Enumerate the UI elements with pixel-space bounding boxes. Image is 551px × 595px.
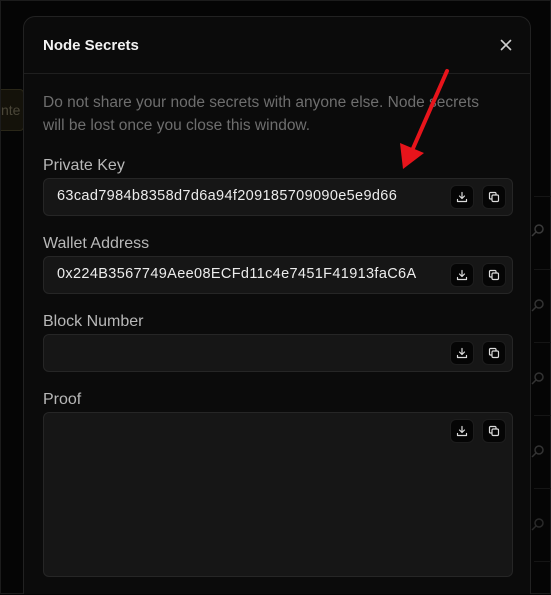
wallet-address-field[interactable]: 0x224B3567749Aee08ECFd11c4e7451F41913faC… (43, 256, 513, 294)
private-key-value: 63cad7984b8358d7d6a94f209185709090e5e9d6… (57, 188, 398, 204)
dialog-title: Node Secrets (43, 37, 139, 54)
node-secrets-dialog: Node Secrets Do not share your node secr… (23, 16, 531, 594)
proof-download-button[interactable] (450, 419, 474, 443)
background-input-text: nte (1, 102, 21, 118)
download-icon (456, 425, 468, 437)
private-key-copy-button[interactable] (482, 185, 506, 209)
background-divider (534, 561, 551, 562)
block-number-label: Block Number (43, 313, 144, 330)
private-key-field[interactable]: 63cad7984b8358d7d6a94f209185709090e5e9d6… (43, 178, 513, 216)
proof-copy-button[interactable] (482, 419, 506, 443)
close-icon (500, 39, 512, 51)
block-number-download-button[interactable] (450, 341, 474, 365)
download-icon (456, 269, 468, 281)
block-number-field[interactable] (43, 334, 513, 372)
wallet-address-label: Wallet Address (43, 235, 150, 252)
search-icon (530, 298, 546, 314)
search-icon (530, 371, 546, 387)
search-icon (530, 444, 546, 460)
warning-text: Do not share your node secrets with anyo… (43, 94, 479, 134)
private-key-label: Private Key (43, 157, 125, 174)
background-divider (534, 269, 551, 270)
background-divider (534, 488, 551, 489)
app-frame: nte Node Secrets Do not share your node … (0, 0, 551, 594)
background-input: nte (1, 89, 24, 131)
download-icon (456, 347, 468, 359)
search-icon (530, 223, 546, 239)
wallet-address-value: 0x224B3567749Aee08ECFd11c4e7451F41913faC… (57, 266, 417, 282)
block-number-copy-button[interactable] (482, 341, 506, 365)
background-divider (534, 196, 551, 197)
wallet-address-download-button[interactable] (450, 263, 474, 287)
proof-textarea[interactable] (43, 412, 513, 577)
dialog-header: Node Secrets (24, 17, 530, 74)
proof-label: Proof (43, 391, 82, 408)
copy-icon (488, 269, 500, 281)
close-button[interactable] (496, 35, 516, 55)
download-icon (456, 191, 468, 203)
wallet-address-copy-button[interactable] (482, 263, 506, 287)
copy-icon (488, 425, 500, 437)
copy-icon (488, 347, 500, 359)
private-key-download-button[interactable] (450, 185, 474, 209)
background-divider (534, 342, 551, 343)
copy-icon (488, 191, 500, 203)
background-divider (534, 415, 551, 416)
search-icon (530, 517, 546, 533)
